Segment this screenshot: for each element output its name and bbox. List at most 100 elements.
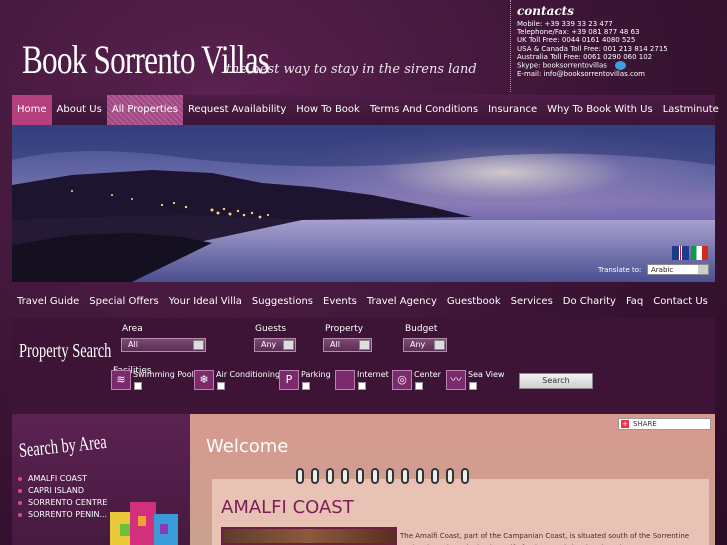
budget-select[interactable]: Any [403, 338, 447, 352]
contacts-panel: contacts Mobile: +39 339 33 23 477 Telep… [510, 0, 727, 92]
chevron-down-icon [698, 265, 708, 274]
swimming-pool-checkbox[interactable] [134, 382, 142, 390]
ring-icon [341, 468, 349, 484]
budget-select-value: Any [410, 340, 426, 349]
area-select-value: All [128, 340, 138, 349]
property-select[interactable]: All [323, 338, 372, 352]
header: Book Sorrento Villas the best way to sta… [0, 0, 727, 95]
air-conditioning-icon: ❄ [194, 370, 214, 390]
contact-email[interactable]: E-mail: info@booksorrentovillas.com [517, 70, 727, 78]
subnav-special-offers[interactable]: Special Offers [84, 296, 163, 307]
area-label: Area [122, 324, 143, 334]
swimming-pool-icon: ≋ [111, 370, 131, 390]
nav-about-us[interactable]: About Us [52, 95, 107, 125]
ring-icon [326, 468, 334, 484]
facility-swimming-pool: Swimming Pool [133, 370, 194, 379]
facility-center: Center [414, 370, 441, 379]
contact-skype: Skype: booksorrentovillas [517, 61, 607, 70]
internet-checkbox[interactable] [358, 382, 366, 390]
subnav-services[interactable]: Services [506, 296, 558, 307]
area-link-sorrento-centre[interactable]: SORRENTO CENTRE [28, 498, 107, 507]
nav-insurance[interactable]: Insurance [483, 95, 542, 125]
page: Book Sorrento Villas the best way to sta… [0, 0, 727, 545]
ring-icon [416, 468, 424, 484]
nav-request-availability[interactable]: Request Availability [183, 95, 291, 125]
ring-icon [356, 468, 364, 484]
share-button[interactable]: + SHARE [618, 418, 711, 430]
parking-icon: P [279, 370, 299, 390]
search-button[interactable]: Search [519, 373, 593, 389]
skype-icon[interactable] [615, 61, 627, 71]
nav-all-properties[interactable]: All Properties [106, 95, 183, 125]
site-tagline: the best way to stay in the sirens land [226, 62, 477, 77]
ring-icon [371, 468, 379, 484]
subnav-do-charity[interactable]: Do Charity [558, 296, 621, 307]
facility-air-conditioning: Air Conditioning [216, 370, 281, 379]
chevron-down-icon [434, 340, 445, 350]
subnav-faq[interactable]: Faq [621, 296, 648, 307]
welcome-heading: Welcome [206, 436, 289, 457]
card-title[interactable]: AMALFI COAST [221, 497, 354, 518]
ring-icon [446, 468, 454, 484]
plus-icon: + [621, 420, 629, 428]
contact-usa: USA & Canada Toll Free: 001 213 814 2715 [517, 44, 668, 53]
property-select-value: All [330, 340, 340, 349]
nav-terms[interactable]: Terms And Conditions [365, 95, 483, 125]
property-label: Property [325, 324, 364, 334]
italian-flag-icon[interactable] [691, 246, 708, 260]
sea-view-checkbox[interactable] [469, 382, 477, 390]
translate-language-select[interactable]: Arabic [647, 264, 709, 275]
guests-select[interactable]: Any [254, 338, 296, 352]
center-icon: ◎ [392, 370, 412, 390]
contact-skype-line: Skype: booksorrentovillas [517, 61, 727, 71]
contact-telephone: Telephone/Fax: +39 081 877 48 63 [517, 28, 640, 37]
ring-icon [296, 468, 304, 484]
translate-selected-value: Arabic [651, 266, 674, 274]
sea-view-icon: 〰 [446, 370, 466, 390]
translate-label: Translate to: [598, 266, 642, 274]
share-label: SHARE [633, 420, 657, 428]
chevron-down-icon [359, 340, 370, 350]
secondary-navigation: Travel Guide Special Offers Your Ideal V… [12, 286, 715, 316]
colorful-houses-illustration [110, 502, 178, 545]
bullet-icon [18, 489, 22, 493]
top-navigation: Home About Us All Properties Request Ava… [12, 95, 719, 125]
ring-icon [461, 468, 469, 484]
facility-parking: Parking [301, 370, 331, 379]
area-link-amalfi-coast[interactable]: AMALFI COAST [28, 474, 87, 483]
ring-icon [401, 468, 409, 484]
subnav-ideal-villa[interactable]: Your Ideal Villa [164, 296, 247, 307]
area-link-sorrento-peninsula[interactable]: SORRENTO PENIN... [28, 510, 107, 519]
bullet-icon [18, 501, 22, 505]
contact-mobile: Mobile: +39 339 33 23 477 [517, 20, 613, 28]
subnav-events[interactable]: Events [318, 296, 362, 307]
ring-icon [386, 468, 394, 484]
facility-sea-view: Sea View [468, 370, 505, 379]
subnav-contact-us[interactable]: Contact Us [648, 296, 713, 307]
air-conditioning-checkbox[interactable] [217, 382, 225, 390]
nav-how-to-book[interactable]: How To Book [291, 95, 365, 125]
budget-label: Budget [405, 324, 438, 334]
nav-why-book[interactable]: Why To Book With Us [542, 95, 658, 125]
english-flag-icon[interactable] [672, 246, 689, 260]
language-flags [672, 246, 708, 260]
subnav-travel-agency[interactable]: Travel Agency [362, 296, 442, 307]
bullet-icon [18, 477, 22, 481]
area-select[interactable]: All [121, 338, 206, 352]
card-description: The Amalfi Coast, part of the Campanian … [400, 532, 690, 545]
subnav-guestbook[interactable]: Guestbook [442, 296, 506, 307]
area-link-capri-island[interactable]: CAPRI ISLAND [28, 486, 84, 495]
subnav-suggestions[interactable]: Suggestions [247, 296, 318, 307]
guests-select-value: Any [261, 340, 277, 349]
nav-home[interactable]: Home [12, 95, 52, 125]
amalfi-coast-photo[interactable] [221, 527, 397, 545]
center-checkbox[interactable] [415, 382, 423, 390]
contact-australia: Australia Toll Free: 0061 0290 060 102 [517, 52, 653, 61]
coast-illustration [12, 125, 715, 282]
subnav-travel-guide[interactable]: Travel Guide [12, 296, 84, 307]
nav-lastminute[interactable]: Lastminute [658, 95, 724, 125]
internet-icon [335, 370, 355, 390]
contacts-title: contacts [517, 4, 574, 18]
ring-icon [431, 468, 439, 484]
parking-checkbox[interactable] [302, 382, 310, 390]
